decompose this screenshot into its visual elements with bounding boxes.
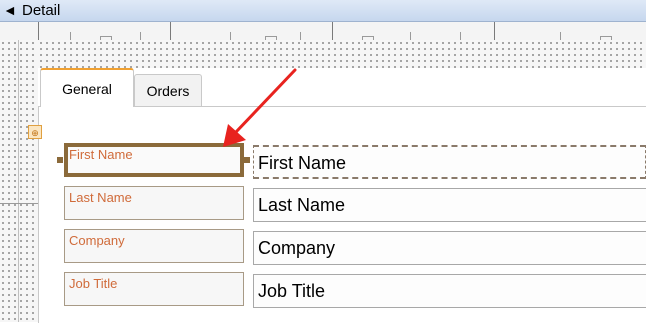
resize-handle[interactable] — [244, 157, 250, 163]
tab-orders[interactable]: Orders — [134, 74, 202, 106]
last-name-label[interactable]: Last Name — [64, 186, 244, 220]
last-name-label-text: Last Name — [69, 190, 132, 205]
design-grid-left — [0, 40, 38, 322]
last-name-field-value: Last Name — [258, 195, 346, 215]
horizontal-ruler[interactable] — [0, 22, 646, 41]
tab-general-label: General — [62, 81, 112, 97]
move-handle[interactable] — [57, 157, 63, 163]
design-grid-top — [38, 40, 646, 68]
first-name-field[interactable]: First Name — [253, 145, 646, 179]
last-name-field[interactable]: Last Name — [253, 188, 646, 222]
tab-general[interactable]: General — [40, 68, 134, 107]
layout-selector-icon[interactable]: ⊕ — [28, 125, 42, 139]
section-collapse-arrow-icon[interactable]: ◄ — [3, 1, 17, 19]
job-title-label-text: Job Title — [69, 276, 118, 291]
company-label[interactable]: Company — [64, 229, 244, 263]
first-name-label-text: First Name — [69, 147, 133, 162]
company-label-text: Company — [69, 233, 125, 248]
first-name-label[interactable]: First Name — [64, 143, 244, 177]
tab-orders-label: Orders — [146, 83, 190, 99]
section-title: Detail — [22, 2, 61, 19]
job-title-field[interactable]: Job Title — [253, 274, 646, 308]
job-title-field-value: Job Title — [258, 281, 326, 301]
company-field-value: Company — [258, 238, 336, 258]
first-name-field-value: First Name — [258, 153, 347, 173]
company-field[interactable]: Company — [253, 231, 646, 265]
job-title-label[interactable]: Job Title — [64, 272, 244, 306]
detail-section-header[interactable]: ◄ Detail — [0, 0, 646, 22]
